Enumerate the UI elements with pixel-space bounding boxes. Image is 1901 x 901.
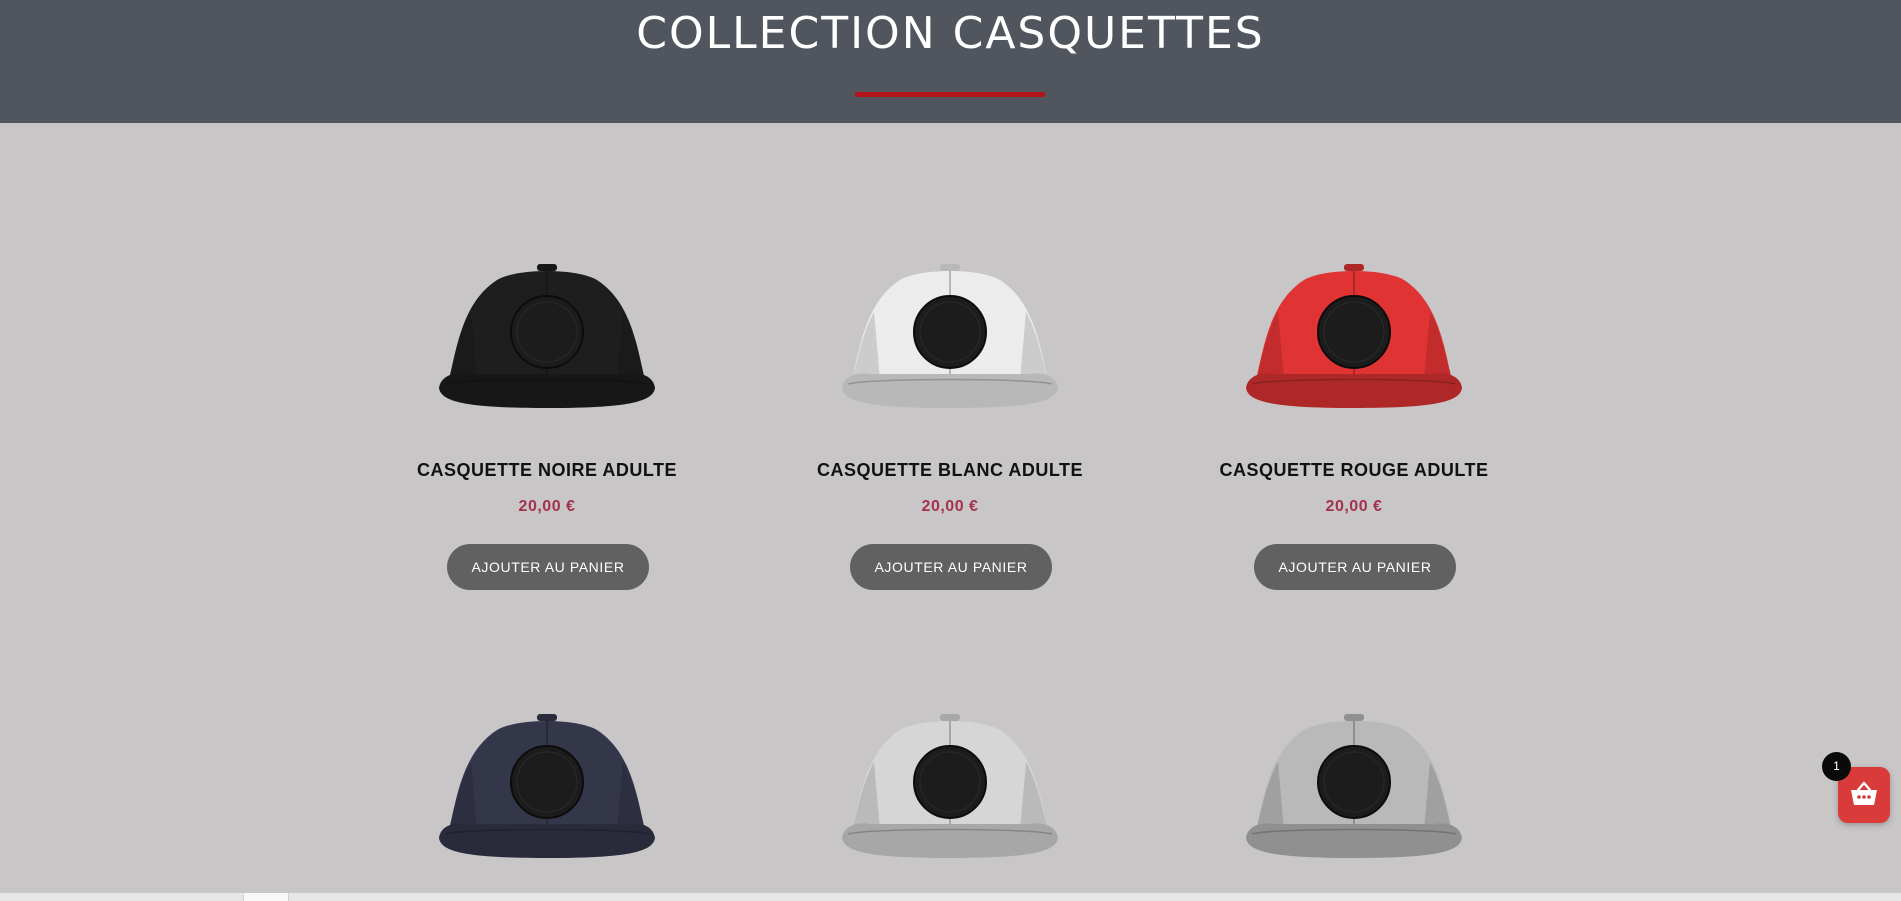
product-name[interactable]: CASQUETTE ROUGE ADULTE: [1194, 460, 1514, 481]
product-price: 20,00 €: [1325, 498, 1383, 515]
cap-image: [1246, 714, 1462, 858]
basket-icon: [1851, 781, 1877, 805]
cap-image: [1246, 264, 1462, 408]
title-underline: [855, 92, 1045, 97]
cart-count-badge: 1: [1822, 752, 1851, 781]
product-image-link[interactable]: [840, 262, 1060, 412]
product-name[interactable]: CASQUETTE BLANC ADULTE: [790, 460, 1110, 481]
page-title: COLLECTION CASQUETTES: [636, 8, 1265, 59]
product-image-link[interactable]: [840, 712, 1060, 862]
add-to-cart-button[interactable]: AJOUTER AU PANIER: [850, 544, 1052, 590]
product-image-link[interactable]: [1244, 262, 1464, 412]
add-to-cart-button[interactable]: AJOUTER AU PANIER: [1254, 544, 1456, 590]
cap-image: [439, 264, 655, 408]
scrollbar-thumb[interactable]: [243, 893, 289, 901]
product-price: 20,00 €: [518, 498, 576, 515]
add-to-cart-button[interactable]: AJOUTER AU PANIER: [447, 544, 649, 590]
cap-image: [842, 714, 1058, 858]
collection-header: COLLECTION CASQUETTES: [0, 0, 1901, 123]
product-price: 20,00 €: [921, 498, 979, 515]
cap-image: [439, 714, 655, 858]
product-name[interactable]: CASQUETTE NOIRE ADULTE: [387, 460, 707, 481]
product-image-link[interactable]: [437, 262, 657, 412]
product-image-link[interactable]: [1244, 712, 1464, 862]
product-image-link[interactable]: [437, 712, 657, 862]
cap-image: [842, 264, 1058, 408]
